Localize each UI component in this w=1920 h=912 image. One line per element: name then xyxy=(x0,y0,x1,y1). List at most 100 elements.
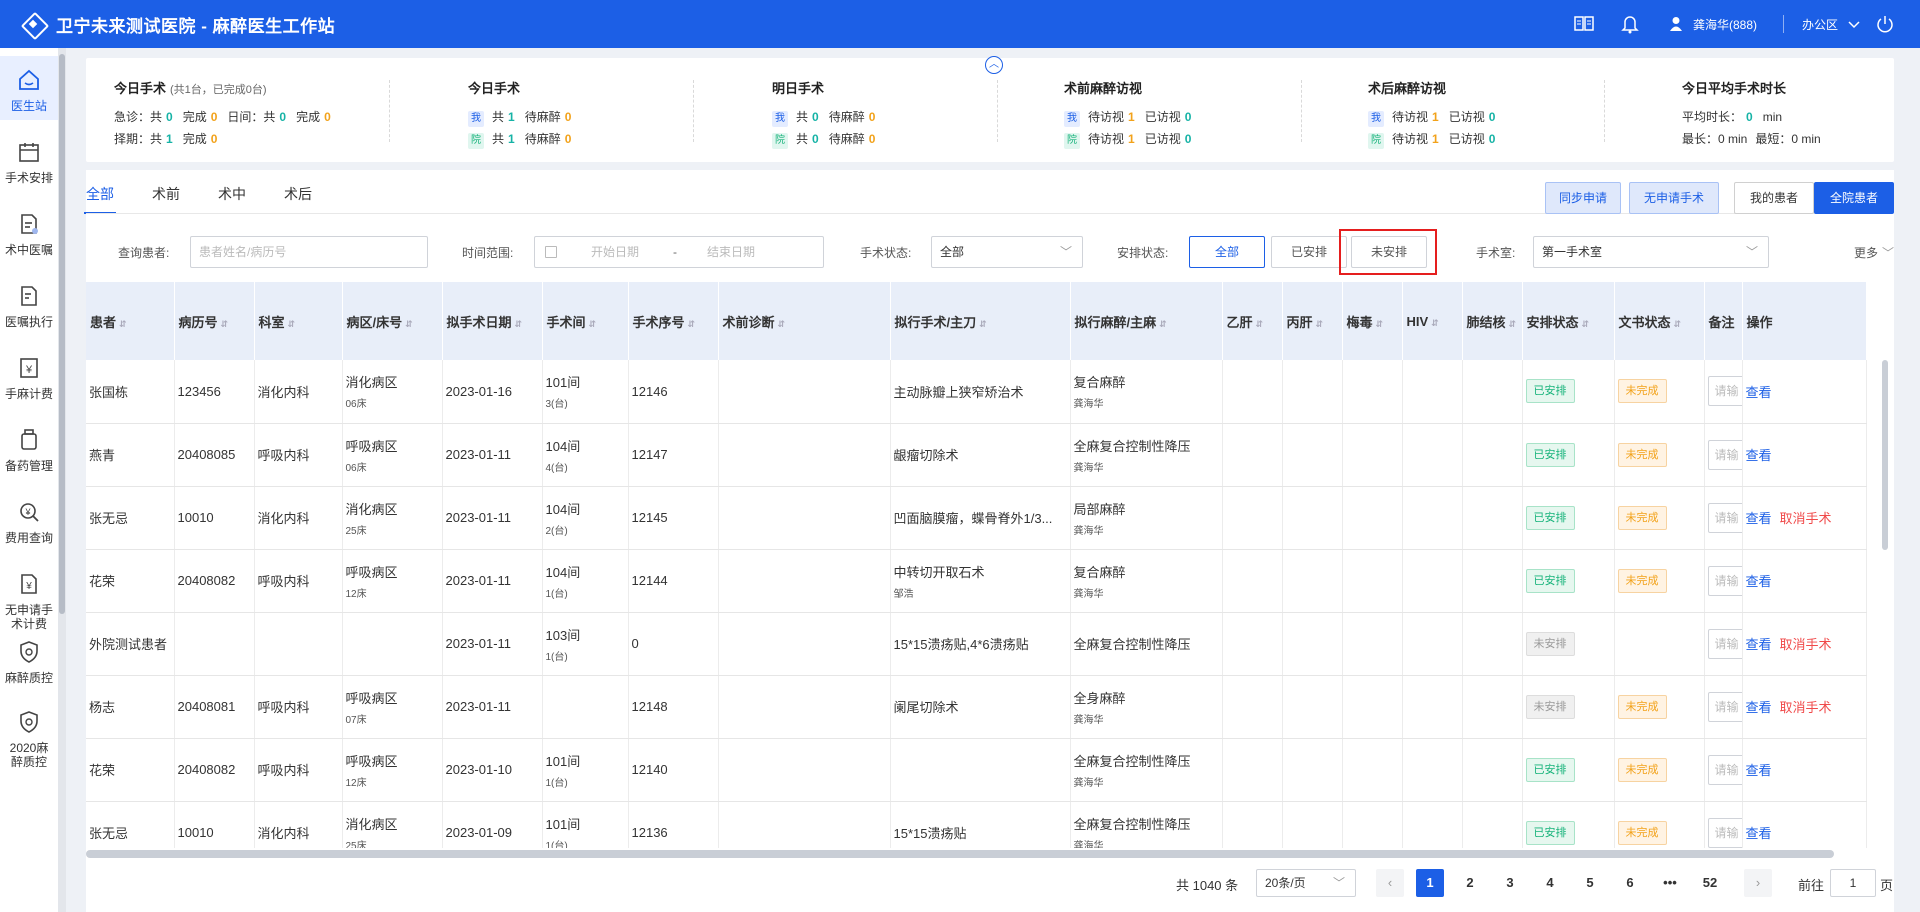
sort-icon[interactable]: ⇵ xyxy=(221,319,229,329)
all-patients-button[interactable]: 全院患者 xyxy=(1814,182,1894,214)
remark-input[interactable]: 请输 xyxy=(1707,691,1741,722)
table-row[interactable]: 外院测试患者 2023-01-11 103间 1(台) 0 15*15溃疡贴,4*6溃疡贴… xyxy=(86,612,1867,676)
sort-icon[interactable]: ⇵ xyxy=(688,319,696,329)
view-link[interactable]: 查看 xyxy=(1746,763,1772,778)
cancel-surgery-link[interactable]: 取消手术 xyxy=(1780,511,1832,526)
more-filters-link[interactable]: 更多 xyxy=(1854,244,1878,261)
sort-icon[interactable]: ⇵ xyxy=(1376,319,1384,329)
page-button[interactable]: 5 xyxy=(1576,869,1604,897)
view-link[interactable]: 查看 xyxy=(1746,637,1772,652)
arranged-button[interactable]: 已安排 xyxy=(1271,236,1347,268)
table-row[interactable]: 张国栋 123456 消化内科 消化病区 06床 2023-01-16 101间 3(台) 12… xyxy=(86,360,1867,424)
sort-icon[interactable]: ⇵ xyxy=(515,319,523,329)
page-button[interactable]: 2 xyxy=(1456,869,1484,897)
table-row[interactable]: 花荣 20408082 呼吸内科 呼吸病区 12床 2023-01-10 101间 1(台) 1… xyxy=(86,738,1867,802)
arrange-all-button[interactable]: 全部 xyxy=(1189,236,1265,268)
column-header[interactable]: 操作 xyxy=(1742,282,1867,360)
chevron-down-icon[interactable]: ﹀ xyxy=(1882,244,1894,261)
sync-apply-button[interactable]: 同步申请 xyxy=(1545,182,1621,214)
view-link[interactable]: 查看 xyxy=(1746,700,1772,715)
sort-icon[interactable]: ⇵ xyxy=(1431,318,1439,328)
chevron-down-icon[interactable] xyxy=(1848,17,1860,32)
table-row[interactable]: 杨志 20408081 呼吸内科 呼吸病区 07床 2023-01-11 12148 阑尾切除… xyxy=(86,675,1867,739)
column-header[interactable]: 病历号 ⇵ xyxy=(174,282,255,360)
column-header[interactable]: 丙肝 ⇵ xyxy=(1282,282,1343,360)
column-header[interactable]: 科室 ⇵ xyxy=(254,282,343,360)
end-date-input[interactable]: 结束日期 xyxy=(707,237,755,267)
surgery-status-select[interactable]: 全部 ﹀ xyxy=(931,236,1083,268)
sort-icon[interactable]: ⇵ xyxy=(1316,319,1324,329)
remark-input[interactable]: 请输 xyxy=(1707,754,1741,785)
tab-intraop[interactable]: 术中 xyxy=(218,184,246,214)
no-apply-surgery-button[interactable]: 无申请手术 xyxy=(1629,182,1719,214)
tab-postop[interactable]: 术后 xyxy=(284,184,312,214)
page-button[interactable]: 52 xyxy=(1696,869,1724,897)
sort-icon[interactable]: ⇵ xyxy=(979,319,987,329)
column-header[interactable]: 安排状态 ⇵ xyxy=(1522,282,1615,360)
column-header[interactable]: 术前诊断 ⇵ xyxy=(718,282,891,360)
table-row[interactable]: 燕青 20408085 呼吸内科 呼吸病区 06床 2023-01-11 104间 4(台) 1… xyxy=(86,423,1867,487)
date-range-picker[interactable]: 开始日期 - 结束日期 xyxy=(534,236,824,268)
more-pages-button[interactable]: ••• xyxy=(1656,869,1684,897)
sidebar-item-9[interactable]: 2020麻醉质控 xyxy=(0,698,58,769)
sort-icon[interactable]: ⇵ xyxy=(1582,319,1590,329)
sort-icon[interactable]: ⇵ xyxy=(589,319,597,329)
sidebar-item-4[interactable]: ¥ 手麻计费 xyxy=(0,344,58,408)
tab-preop[interactable]: 术前 xyxy=(152,184,180,214)
sort-icon[interactable]: ⇵ xyxy=(288,319,296,329)
view-link[interactable]: 查看 xyxy=(1746,574,1772,589)
sort-icon[interactable]: ⇵ xyxy=(1159,319,1167,329)
remark-input[interactable]: 请输 xyxy=(1707,565,1741,596)
column-header[interactable]: 拟手术日期 ⇵ xyxy=(442,282,543,360)
page-button[interactable]: 3 xyxy=(1496,869,1524,897)
remark-input[interactable]: 请输 xyxy=(1707,439,1741,470)
user-name[interactable]: 龚海华(888) xyxy=(1693,16,1757,33)
my-patients-button[interactable]: 我的患者 xyxy=(1734,182,1814,214)
sidebar-item-0[interactable]: 医生站 xyxy=(0,56,58,120)
sort-icon[interactable]: ⇵ xyxy=(1256,319,1264,329)
bell-icon[interactable] xyxy=(1619,13,1641,35)
next-page-button[interactable]: › xyxy=(1744,869,1772,897)
tab-all[interactable]: 全部 xyxy=(84,184,116,214)
sidebar-item-5[interactable]: 备药管理 xyxy=(0,416,58,480)
remark-input[interactable]: 请输 xyxy=(1707,502,1741,533)
horizontal-scrollbar[interactable] xyxy=(86,850,1834,858)
sidebar-item-1[interactable]: 手术安排 xyxy=(0,128,58,192)
column-header[interactable]: 手术序号 ⇵ xyxy=(628,282,719,360)
column-header[interactable]: 乙肝 ⇵ xyxy=(1222,282,1283,360)
prev-page-button[interactable]: ‹ xyxy=(1376,869,1404,897)
remark-input[interactable]: 请输 xyxy=(1707,376,1741,407)
view-link[interactable]: 查看 xyxy=(1746,826,1772,841)
sidebar-item-7[interactable]: ¥ 无申请手术计费 xyxy=(0,560,58,631)
table-row[interactable]: 花荣 20408082 呼吸内科 呼吸病区 12床 2023-01-11 104间 1(台) 1… xyxy=(86,549,1867,613)
column-header[interactable]: 梅毒 ⇵ xyxy=(1342,282,1403,360)
cancel-surgery-link[interactable]: 取消手术 xyxy=(1780,700,1832,715)
column-header[interactable]: 拟行麻醉/主麻 ⇵ xyxy=(1070,282,1223,360)
power-icon[interactable] xyxy=(1874,13,1896,35)
column-header[interactable]: 肺结核 ⇵ xyxy=(1462,282,1523,360)
column-header[interactable]: 患者 ⇵ xyxy=(86,282,175,360)
start-date-input[interactable]: 开始日期 xyxy=(591,237,639,267)
sort-icon[interactable]: ⇵ xyxy=(778,319,786,329)
sidebar-item-2[interactable]: 术中医嘱 xyxy=(0,200,58,264)
collapse-up-icon[interactable]: ︿ xyxy=(985,56,1003,74)
column-header[interactable]: 病区/床号 ⇵ xyxy=(342,282,443,360)
column-header[interactable]: HIV ⇵ xyxy=(1402,282,1463,360)
office-selector[interactable]: 办公区 xyxy=(1802,16,1838,33)
view-link[interactable]: 查看 xyxy=(1746,448,1772,463)
column-header[interactable]: 手术间 ⇵ xyxy=(542,282,629,360)
page-button[interactable]: 4 xyxy=(1536,869,1564,897)
operating-room-select[interactable]: 第一手术室 ﹀ xyxy=(1533,236,1769,268)
vertical-scrollbar[interactable] xyxy=(1882,360,1888,550)
remark-input[interactable]: 请输 xyxy=(1707,628,1741,659)
page-button[interactable]: 1 xyxy=(1416,869,1444,897)
column-header[interactable]: 文书状态 ⇵ xyxy=(1614,282,1705,360)
page-button[interactable]: 6 xyxy=(1616,869,1644,897)
table-row[interactable]: 张无忌 10010 消化内科 消化病区 25床 2023-01-11 104间 2(台) 121… xyxy=(86,486,1867,550)
view-link[interactable]: 查看 xyxy=(1746,385,1772,400)
sidebar-item-8[interactable]: 麻醉质控 xyxy=(0,628,58,692)
goto-page-input[interactable]: 1 xyxy=(1830,869,1876,897)
sidebar-scrollbar[interactable] xyxy=(59,54,65,614)
cancel-surgery-link[interactable]: 取消手术 xyxy=(1780,637,1832,652)
sort-icon[interactable]: ⇵ xyxy=(119,319,127,329)
